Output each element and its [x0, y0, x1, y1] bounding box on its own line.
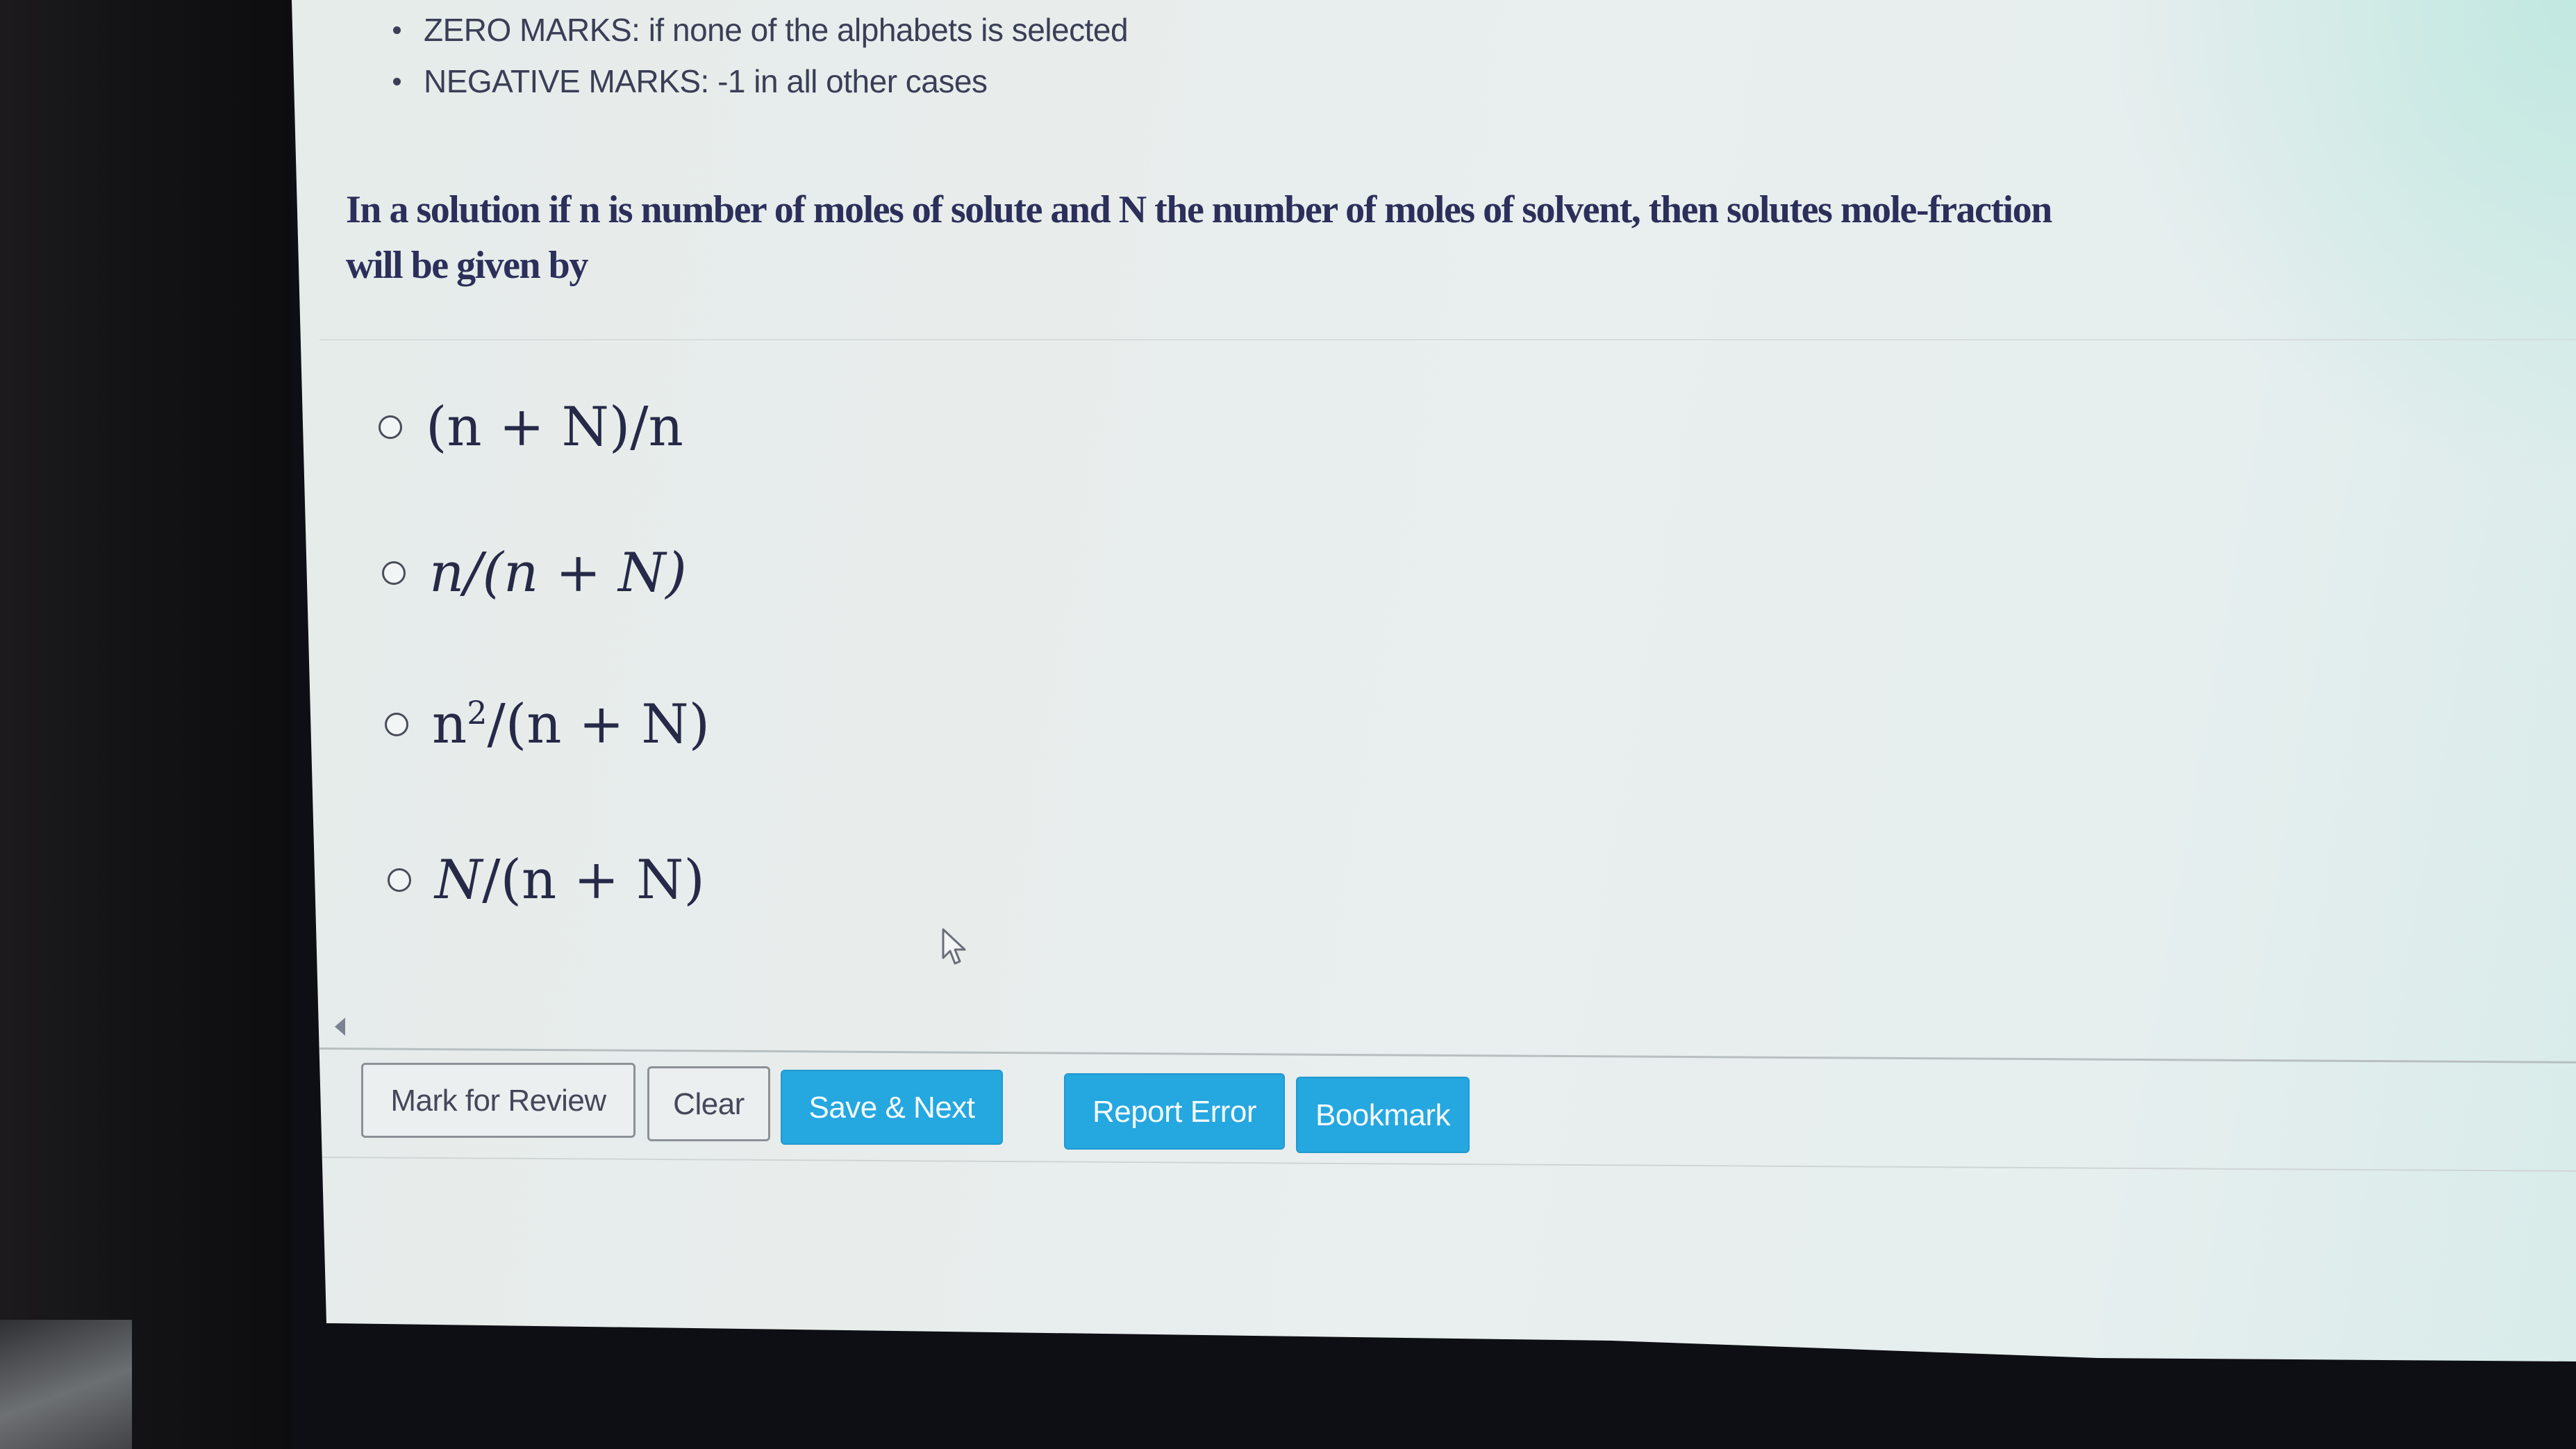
blank-area [326, 1174, 2576, 1313]
divider [319, 1157, 2576, 1172]
option-label: N/(n + N) [435, 849, 705, 911]
bullet-icon [393, 78, 401, 85]
rule-item: ZERO MARKS: if none of the alphabets is … [389, 4, 1129, 56]
option-c[interactable]: n2/(n + N) [385, 693, 710, 756]
option-d[interactable]: N/(n + N) [388, 849, 705, 911]
clear-button[interactable]: Clear [647, 1066, 770, 1141]
option-b[interactable]: n/(n + N) [382, 542, 687, 604]
rule-text: ZERO MARKS: if none of the alphabets is … [424, 12, 1129, 48]
option-label-superscript: 2 [467, 694, 488, 731]
scroll-left-arrow-icon[interactable] [335, 1018, 345, 1036]
rule-item: NEGATIVE MARKS: -1 in all other cases [389, 56, 1128, 107]
screen-glare [2090, 0, 2576, 486]
divider [319, 1048, 2576, 1063]
monitor-bezel [0, 0, 292, 1449]
question-text: In a solution if n is number of moles of… [346, 188, 2052, 287]
rule-text: NEGATIVE MARKS: -1 in all other cases [424, 63, 988, 99]
save-and-next-button[interactable]: Save & Next [781, 1070, 1003, 1145]
option-label-base: n [432, 693, 467, 756]
option-label: (n + N)/n [426, 396, 683, 458]
radio-button[interactable] [382, 561, 406, 585]
option-label-rest: /(n + N) [487, 693, 711, 756]
option-label: n/(n + N) [429, 542, 687, 604]
report-error-button[interactable]: Report Error [1064, 1073, 1285, 1150]
option-label: n2/(n + N) [432, 693, 710, 756]
radio-button[interactable] [388, 868, 411, 892]
option-label-rest: /(n + N) [482, 849, 705, 911]
radio-button[interactable] [379, 415, 402, 439]
radio-button[interactable] [385, 713, 408, 736]
exam-screen: ZERO MARKS: if none of the alphabets is … [292, 0, 2576, 1361]
mouse-cursor-icon [942, 928, 966, 965]
marking-rules: ZERO MARKS: if none of the alphabets is … [389, 4, 1129, 107]
bullet-icon [393, 26, 401, 34]
desk-reflection [0, 1320, 132, 1449]
option-a[interactable]: (n + N)/n [379, 396, 683, 458]
mark-for-review-button[interactable]: Mark for Review [361, 1063, 635, 1138]
bookmark-button[interactable]: Bookmark [1296, 1077, 1470, 1153]
option-label-italic: N [435, 849, 483, 911]
divider [319, 339, 2576, 340]
